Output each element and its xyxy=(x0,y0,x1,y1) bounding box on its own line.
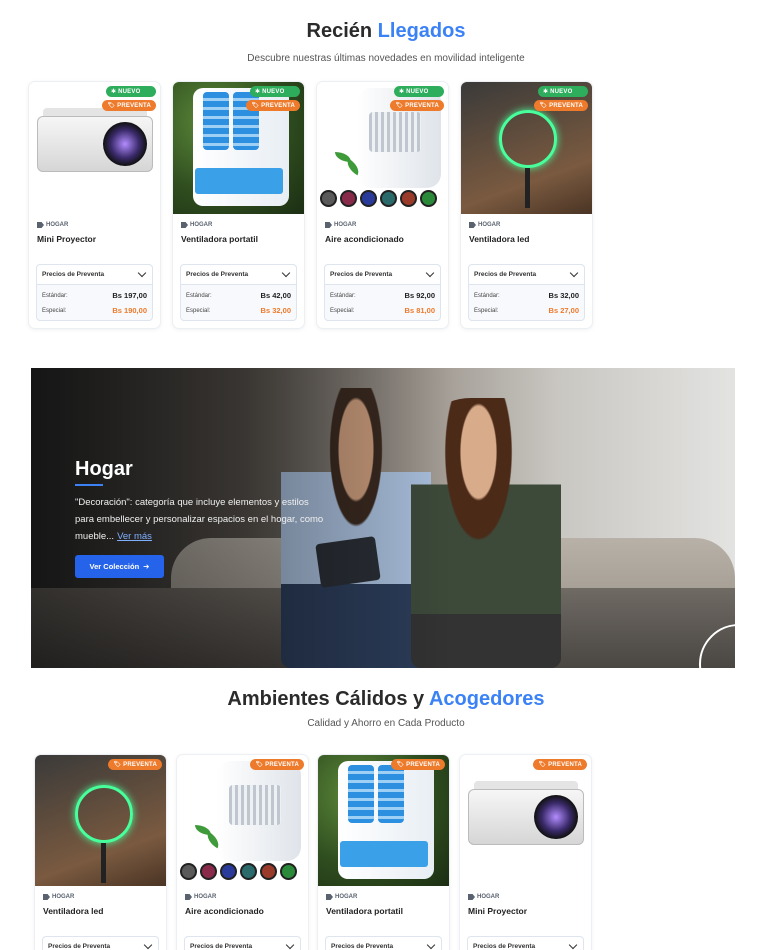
category-label: HOGAR xyxy=(325,222,448,228)
price-box: Precios de Preventa xyxy=(325,936,442,950)
arrow-right-icon: ➔ xyxy=(143,562,150,571)
price-special-row: Especial: Bs 32,00 xyxy=(186,306,291,315)
category-label: HOGAR xyxy=(185,894,308,900)
product-card-ventiladora-portatil[interactable]: 🏷 PREVENTA HOGAR Ventiladora portatil Pr… xyxy=(317,754,450,950)
product-name[interactable]: Aire acondicionado xyxy=(325,234,448,244)
badge-preventa: 🏷 PREVENTA xyxy=(534,100,588,111)
section-subtitle: Calidad y Ahorro en Cada Producto xyxy=(307,718,465,729)
product-card-mini-proyector[interactable]: ✱ NUEVO 🏷 PREVENTA HOGAR Mini Proyector … xyxy=(28,81,161,329)
product-name[interactable]: Ventiladora led xyxy=(469,234,592,244)
category-label: HOGAR xyxy=(43,894,166,900)
banner-description: "Decoración": categoría que incluye elem… xyxy=(75,497,324,542)
price-dropdown[interactable]: Precios de Preventa xyxy=(468,937,583,950)
price-dropdown[interactable]: Precios de Preventa xyxy=(185,937,300,950)
price-box: Precios de Preventa xyxy=(184,936,301,950)
product-image-led-fan[interactable]: 🏷 PREVENTA xyxy=(35,755,166,886)
product-card-ventiladora-led[interactable]: 🏷 PREVENTA HOGAR Ventiladora led Precios… xyxy=(34,754,167,950)
price-box: Precios de Preventa Estándar: Bs 42,00 Es… xyxy=(180,264,297,321)
product-card-ventiladora-led[interactable]: ✱ NUEVO 🏷 PREVENTA HOGAR Ventiladora led… xyxy=(460,81,593,329)
tag-icon xyxy=(469,222,476,228)
product-name[interactable]: Mini Proyector xyxy=(37,234,160,244)
product-image-projector[interactable]: 🏷 PREVENTA xyxy=(460,755,591,886)
title-accent: Acogedores xyxy=(428,688,545,710)
category-label: HOGAR xyxy=(37,222,160,228)
price-standard-row: Estándar: Bs 92,00 xyxy=(330,291,435,300)
product-card-aire-acondicionado[interactable]: ✱ NUEVO 🏷 PREVENTA HOGAR Aire acondicion… xyxy=(316,81,449,329)
price-dropdown[interactable]: Precios de Preventa xyxy=(326,937,441,950)
chevron-down-icon xyxy=(426,940,436,950)
title-main: Recién xyxy=(306,20,378,42)
product-name[interactable]: Ventiladora portatil xyxy=(181,234,304,244)
title-main: Ambientes Cálidos y xyxy=(227,688,429,710)
category-label: HOGAR xyxy=(469,222,592,228)
price-standard-row: Estándar: Bs 32,00 xyxy=(474,291,579,300)
chevron-down-icon xyxy=(137,268,147,278)
section-subtitle: Descubre nuestras últimas novedades en m… xyxy=(247,53,525,64)
title-accent: Llegados xyxy=(377,20,466,42)
tag-icon xyxy=(326,894,333,900)
price-special-row: Especial: Bs 81,00 xyxy=(330,306,435,315)
badge-preventa: 🏷 PREVENTA xyxy=(246,100,300,111)
section-title-recien-llegados: Recién Llegados xyxy=(0,20,772,43)
product-card-mini-proyector[interactable]: 🏷 PREVENTA HOGAR Mini Proyector Precios … xyxy=(459,754,592,950)
price-special-row: Especial: Bs 190,00 xyxy=(42,306,147,315)
price-dropdown[interactable]: Precios de Preventa xyxy=(37,265,152,285)
product-name[interactable]: Mini Proyector xyxy=(468,906,591,916)
price-special-row: Especial: Bs 27,00 xyxy=(474,306,579,315)
tag-icon xyxy=(181,222,188,228)
product-image-ac[interactable]: 🏷 PREVENTA xyxy=(177,755,308,886)
badge-preventa: 🏷 PREVENTA xyxy=(250,759,304,770)
badge-preventa: 🏷 PREVENTA xyxy=(390,100,444,111)
price-standard-row: Estándar: Bs 42,00 xyxy=(186,291,291,300)
price-dropdown[interactable]: Precios de Preventa xyxy=(325,265,440,285)
chevron-down-icon xyxy=(285,940,295,950)
badge-preventa: 🏷 PREVENTA xyxy=(391,759,445,770)
category-label: HOGAR xyxy=(181,222,304,228)
category-label: HOGAR xyxy=(468,894,591,900)
price-dropdown[interactable]: Precios de Preventa xyxy=(43,937,158,950)
product-image-fan[interactable]: ✱ NUEVO 🏷 PREVENTA xyxy=(173,82,304,214)
banner-title: Hogar xyxy=(75,458,133,480)
product-name[interactable]: Ventiladora led xyxy=(43,906,166,916)
ver-coleccion-button[interactable]: Ver Colección ➔ xyxy=(75,555,164,578)
title-underline xyxy=(75,484,103,486)
section-title-ambientes: Ambientes Cálidos y Acogedores xyxy=(0,688,772,711)
price-box: Precios de Preventa Estándar: Bs 32,00 Es… xyxy=(468,264,585,321)
badge-preventa: 🏷 PREVENTA xyxy=(108,759,162,770)
price-dropdown[interactable]: Precios de Preventa xyxy=(181,265,296,285)
badge-preventa: 🏷 PREVENTA xyxy=(533,759,587,770)
tag-icon xyxy=(185,894,192,900)
chevron-down-icon xyxy=(568,940,578,950)
product-name[interactable]: Ventiladora portatil xyxy=(326,906,449,916)
chevron-down-icon xyxy=(425,268,435,278)
tag-icon xyxy=(325,222,332,228)
badge-new: ✱ NUEVO xyxy=(394,86,444,97)
price-standard-row: Estándar: Bs 197,00 xyxy=(42,291,147,300)
badge-new: ✱ NUEVO xyxy=(538,86,588,97)
badge-new: ✱ NUEVO xyxy=(250,86,300,97)
category-banner-hogar: Hogar "Decoración": categoría que incluy… xyxy=(31,368,735,668)
tag-icon xyxy=(37,222,44,228)
ver-mas-link[interactable]: Ver más xyxy=(117,531,152,542)
tag-icon xyxy=(468,894,475,900)
badge-preventa: 🏷 PREVENTA xyxy=(102,100,156,111)
product-name[interactable]: Aire acondicionado xyxy=(185,906,308,916)
product-image-led-fan[interactable]: ✱ NUEVO 🏷 PREVENTA xyxy=(461,82,592,214)
tag-icon xyxy=(43,894,50,900)
product-card-aire-acondicionado[interactable]: 🏷 PREVENTA HOGAR Aire acondicionado Prec… xyxy=(176,754,309,950)
product-image-fan[interactable]: 🏷 PREVENTA xyxy=(318,755,449,886)
category-label: HOGAR xyxy=(326,894,449,900)
price-box: Precios de Preventa xyxy=(42,936,159,950)
product-image-ac[interactable]: ✱ NUEVO 🏷 PREVENTA xyxy=(317,82,448,214)
price-box: Precios de Preventa Estándar: Bs 92,00 Es… xyxy=(324,264,441,321)
product-image-projector[interactable]: ✱ NUEVO 🏷 PREVENTA xyxy=(29,82,160,214)
chevron-down-icon xyxy=(569,268,579,278)
chevron-down-icon xyxy=(281,268,291,278)
price-box: Precios de Preventa xyxy=(467,936,584,950)
badge-new: ✱ NUEVO xyxy=(106,86,156,97)
price-dropdown[interactable]: Precios de Preventa xyxy=(469,265,584,285)
chevron-down-icon xyxy=(143,940,153,950)
product-card-ventiladora-portatil[interactable]: ✱ NUEVO 🏷 PREVENTA HOGAR Ventiladora por… xyxy=(172,81,305,329)
price-box: Precios de Preventa Estándar: Bs 197,00 E… xyxy=(36,264,153,321)
